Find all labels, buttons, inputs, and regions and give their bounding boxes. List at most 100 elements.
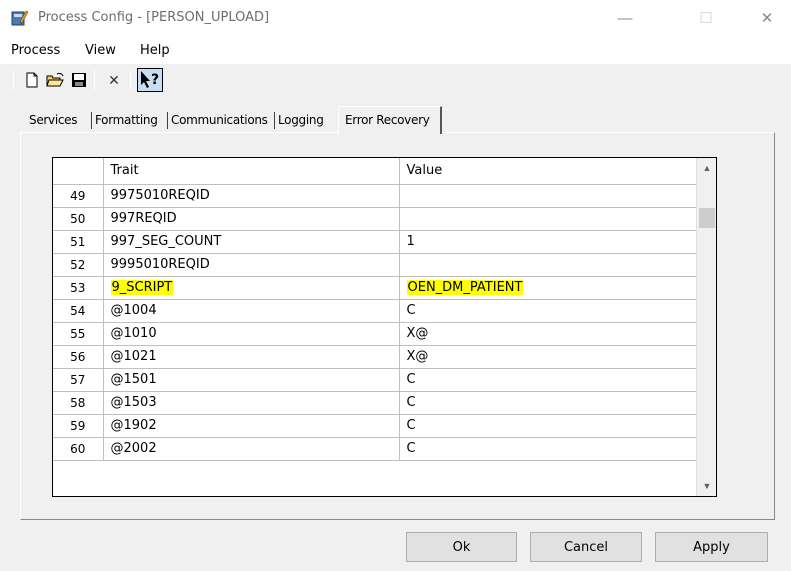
row-number-cell: 58 — [53, 391, 104, 415]
chevron-down-icon: ▼ — [702, 481, 712, 491]
value-cell[interactable]: C — [399, 414, 697, 438]
header-value[interactable]: Value — [399, 158, 697, 185]
header-trait[interactable]: Trait — [103, 158, 400, 185]
maximize-button[interactable]: ☐ — [683, 4, 729, 32]
row-number-cell-text: 59 — [70, 418, 86, 433]
value-cell[interactable]: C — [399, 299, 697, 323]
close-button[interactable]: ✕ — [744, 4, 790, 32]
table-row[interactable]: 49 9975010REQID — [53, 184, 697, 208]
tab-divider — [91, 112, 92, 129]
apply-button[interactable]: Apply — [655, 532, 768, 562]
table-row[interactable]: 52 9995010REQID — [53, 253, 697, 277]
scroll-thumb[interactable] — [699, 208, 715, 228]
new-icon — [26, 72, 38, 88]
minimize-button[interactable]: — — [602, 4, 648, 32]
chevron-up-icon: ▲ — [702, 163, 712, 173]
tab-logging[interactable]: Logging — [278, 108, 324, 133]
value-cell-text: OEN_DM_PATIENT — [406, 280, 524, 295]
new-button[interactable] — [21, 69, 43, 91]
trait-cell[interactable]: @1021 — [103, 345, 400, 369]
tab-divider — [167, 112, 168, 129]
header-num — [53, 158, 104, 185]
maximize-icon: ☐ — [699, 10, 713, 27]
trait-cell[interactable]: @2002 — [103, 437, 400, 461]
delete-button[interactable]: ✕ — [103, 69, 125, 91]
trait-cell[interactable]: @1503 — [103, 391, 400, 415]
value-cell[interactable]: C — [399, 391, 697, 415]
save-button[interactable] — [68, 69, 90, 91]
table-row[interactable]: 58 @1503 C — [53, 391, 697, 415]
value-cell-text: C — [406, 418, 416, 433]
trait-cell-text: 9_SCRIPT — [110, 280, 174, 295]
trait-cell-text: 997_SEG_COUNT — [110, 234, 222, 249]
trait-cell[interactable]: 997_SEG_COUNT — [103, 230, 400, 254]
table-row[interactable]: 57 @1501 C — [53, 368, 697, 392]
value-cell-text: 1 — [406, 234, 415, 249]
context-help-button[interactable]: ? — [137, 68, 163, 92]
title-bar: Process Config - [PERSON_UPLOAD] — ☐ ✕ — [0, 0, 791, 38]
table-row[interactable]: 56 @1021 X@ — [53, 345, 697, 369]
table-row[interactable]: 53 9_SCRIPT OEN_DM_PATIENT — [53, 276, 697, 300]
trait-cell[interactable]: 9_SCRIPT — [103, 276, 400, 300]
open-button[interactable] — [44, 69, 66, 91]
table-row[interactable]: 54 @1004 C — [53, 299, 697, 323]
row-number-cell: 53 — [53, 276, 104, 300]
trait-cell[interactable]: @1501 — [103, 368, 400, 392]
menu-help[interactable]: Help — [140, 43, 170, 58]
scroll-down-button[interactable]: ▼ — [697, 476, 716, 496]
table-row[interactable]: 60 @2002 C — [53, 437, 697, 461]
trait-cell-text: 9975010REQID — [110, 188, 210, 203]
table-row[interactable]: 55 @1010 X@ — [53, 322, 697, 346]
trait-cell[interactable]: 9975010REQID — [103, 184, 400, 208]
table-header-row: Trait Value — [53, 158, 697, 185]
row-number-cell: 52 — [53, 253, 104, 277]
value-cell[interactable]: X@ — [399, 322, 697, 346]
row-number-cell-text: 50 — [70, 211, 86, 226]
menu-view[interactable]: View — [85, 43, 116, 58]
scroll-up-button[interactable]: ▲ — [697, 158, 716, 178]
window-title: Process Config - [PERSON_UPLOAD] — [38, 10, 270, 25]
trait-cell[interactable]: @1004 — [103, 299, 400, 323]
row-number-cell-text: 49 — [70, 188, 86, 203]
menu-process[interactable]: Process — [11, 43, 60, 58]
trait-cell-text: 997REQID — [110, 211, 177, 226]
trait-cell[interactable]: 9995010REQID — [103, 253, 400, 277]
trait-cell-text: @1004 — [110, 303, 157, 318]
tab-communications[interactable]: Communications — [171, 108, 268, 133]
table-row[interactable]: 50 997REQID — [53, 207, 697, 231]
vertical-scrollbar[interactable]: ▲ ▼ — [696, 158, 716, 496]
value-cell[interactable]: C — [399, 368, 697, 392]
cancel-button[interactable]: Cancel — [530, 532, 642, 562]
tab-formatting[interactable]: Formatting — [95, 108, 158, 133]
value-cell[interactable] — [399, 253, 697, 277]
row-number-cell: 55 — [53, 322, 104, 346]
value-cell[interactable] — [399, 184, 697, 208]
value-cell[interactable]: OEN_DM_PATIENT — [399, 276, 697, 300]
ok-button[interactable]: Ok — [406, 532, 517, 562]
tab-error-recovery[interactable]: Error Recovery — [338, 106, 442, 134]
row-number-cell: 54 — [53, 299, 104, 323]
trait-cell-text: @1902 — [110, 418, 157, 433]
table-row[interactable]: 51 997_SEG_COUNT 1 — [53, 230, 697, 254]
row-number-cell: 57 — [53, 368, 104, 392]
app-icon — [11, 9, 29, 27]
toolbar: ✕ ? — [0, 64, 791, 96]
svg-text:?: ? — [151, 72, 159, 88]
tab-services[interactable]: Services — [29, 108, 78, 133]
value-cell-text: X@ — [406, 326, 429, 341]
row-number-cell-text: 56 — [70, 349, 86, 364]
value-cell[interactable]: 1 — [399, 230, 697, 254]
close-icon: ✕ — [760, 10, 774, 27]
trait-cell-text: @1021 — [110, 349, 157, 364]
trait-cell[interactable]: 997REQID — [103, 207, 400, 231]
value-cell[interactable]: C — [399, 437, 697, 461]
toolbar-separator — [94, 70, 95, 90]
trait-cell[interactable]: @1902 — [103, 414, 400, 438]
value-cell[interactable]: X@ — [399, 345, 697, 369]
menu-bar: Process View Help — [0, 38, 791, 64]
table-row[interactable]: 59 @1902 C — [53, 414, 697, 438]
trait-cell-text: @1501 — [110, 372, 157, 387]
value-cell[interactable] — [399, 207, 697, 231]
trait-table: Trait Value 49 9975010REQID 50 997REQID 51 99… — [53, 158, 697, 461]
trait-cell[interactable]: @1010 — [103, 322, 400, 346]
